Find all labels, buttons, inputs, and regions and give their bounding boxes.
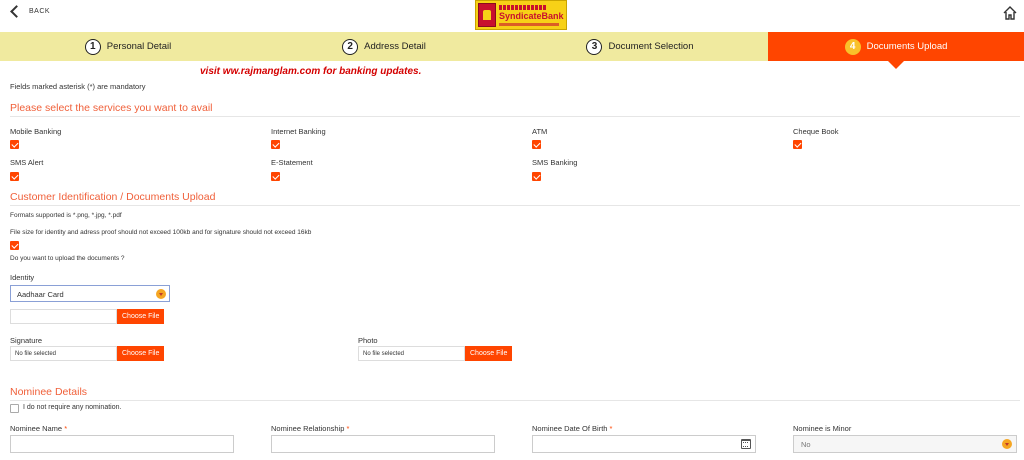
nominee-minor-select[interactable]: No <box>793 435 1017 453</box>
service-checkbox-internet-banking[interactable] <box>271 140 280 149</box>
nominee-section-title: Nominee Details <box>10 386 1020 401</box>
identity-choose-file-button[interactable]: Choose File <box>117 309 165 324</box>
identity-file-field <box>10 309 117 324</box>
step-documents-upload[interactable]: 4 Documents Upload <box>768 32 1024 69</box>
service-checkbox-e-statement[interactable] <box>271 172 280 181</box>
label-text: Nominee Date Of Birth <box>532 424 608 433</box>
nominee-relationship-input[interactable] <box>271 435 495 453</box>
identity-label: Identity <box>10 273 35 282</box>
signature-choose-file-button[interactable]: Choose File <box>117 346 165 361</box>
step-number: 2 <box>342 38 359 55</box>
identity-select[interactable]: Aadhaar Card <box>10 285 170 302</box>
nominee-dob-label: Nominee Date Of Birth * <box>532 424 612 433</box>
signature-label: Signature <box>10 336 43 345</box>
step-personal-detail[interactable]: 1 Personal Detail <box>0 32 256 61</box>
nominee-name-input[interactable] <box>10 435 234 453</box>
top-bar: BACK SyndicateBank <box>0 0 1024 32</box>
documents-section-title: Customer Identification / Documents Uplo… <box>10 191 1020 206</box>
service-label: E-Statement <box>271 158 313 167</box>
step-document-selection[interactable]: 3 Document Selection <box>512 32 768 61</box>
nominee-name-label: Nominee Name * <box>10 424 67 433</box>
required-mark: * <box>346 424 350 433</box>
identity-value: Aadhaar Card <box>17 290 64 299</box>
signature-file-field: No file selected <box>10 346 117 361</box>
step-number: 3 <box>586 38 603 55</box>
nominee-minor-label: Nominee is Minor <box>793 424 852 433</box>
step-number: 4 <box>844 38 861 55</box>
bank-name: SyndicateBank <box>499 10 564 21</box>
service-label: SMS Alert <box>10 158 44 167</box>
hindi-logotype <box>499 4 547 10</box>
back-button[interactable]: BACK <box>8 5 51 18</box>
chevron-down-icon <box>156 289 166 299</box>
step-label: Address Detail <box>364 41 426 52</box>
service-label: ATM <box>532 127 548 136</box>
service-label: Internet Banking <box>271 127 326 136</box>
back-label: BACK <box>29 8 51 15</box>
step-label: Document Selection <box>608 41 694 52</box>
mandatory-note: Fields marked asterisk (*) are mandatory <box>10 82 146 91</box>
home-icon[interactable] <box>1002 5 1018 21</box>
service-checkbox-sms-alert[interactable] <box>10 172 19 181</box>
size-note: File size for identity and adress proof … <box>10 229 312 236</box>
service-checkbox-atm[interactable] <box>532 140 541 149</box>
photo-file-field: No file selected <box>358 346 465 361</box>
service-label: SMS Banking <box>532 158 578 167</box>
nominee-dob-input[interactable] <box>532 435 756 453</box>
nominee-relationship-label: Nominee Relationship * <box>271 424 349 433</box>
required-mark: * <box>64 424 68 433</box>
formats-note: Formats supported is *.png, *.jpg, *.pdf <box>10 212 122 219</box>
tagline <box>499 22 559 26</box>
chevron-left-icon <box>10 5 23 18</box>
step-address-detail[interactable]: 2 Address Detail <box>256 32 512 61</box>
chevron-down-icon <box>1002 439 1012 449</box>
required-mark: * <box>609 424 613 433</box>
service-checkbox-sms-banking[interactable] <box>532 172 541 181</box>
step-number: 1 <box>84 38 101 55</box>
step-label: Documents Upload <box>866 41 948 52</box>
step-label: Personal Detail <box>106 41 172 52</box>
nominee-minor-value: No <box>801 440 811 449</box>
calendar-icon[interactable] <box>741 439 751 449</box>
upload-question: Do you want to upload the documents ? <box>10 255 125 262</box>
watermark-text: visit ww.rajmanglam.com for banking upda… <box>200 66 422 77</box>
step-progress: 1 Personal Detail 2 Address Detail 3 Doc… <box>0 32 1024 69</box>
service-checkbox-cheque-book[interactable] <box>793 140 802 149</box>
service-label: Cheque Book <box>793 127 839 136</box>
services-section-title: Please select the services you want to a… <box>10 102 1020 117</box>
service-checkbox-mobile-banking[interactable] <box>10 140 19 149</box>
no-nomination-label: I do not require any nomination. <box>23 404 122 411</box>
label-text: Nominee Relationship <box>271 424 345 433</box>
service-label: Mobile Banking <box>10 127 62 136</box>
bank-emblem <box>478 3 496 27</box>
photo-label: Photo <box>358 336 378 345</box>
label-text: Nominee Name <box>10 424 63 433</box>
upload-documents-checkbox[interactable] <box>10 241 19 250</box>
bank-logo: SyndicateBank <box>475 0 567 30</box>
no-nomination-checkbox[interactable] <box>10 404 19 413</box>
photo-choose-file-button[interactable]: Choose File <box>465 346 513 361</box>
